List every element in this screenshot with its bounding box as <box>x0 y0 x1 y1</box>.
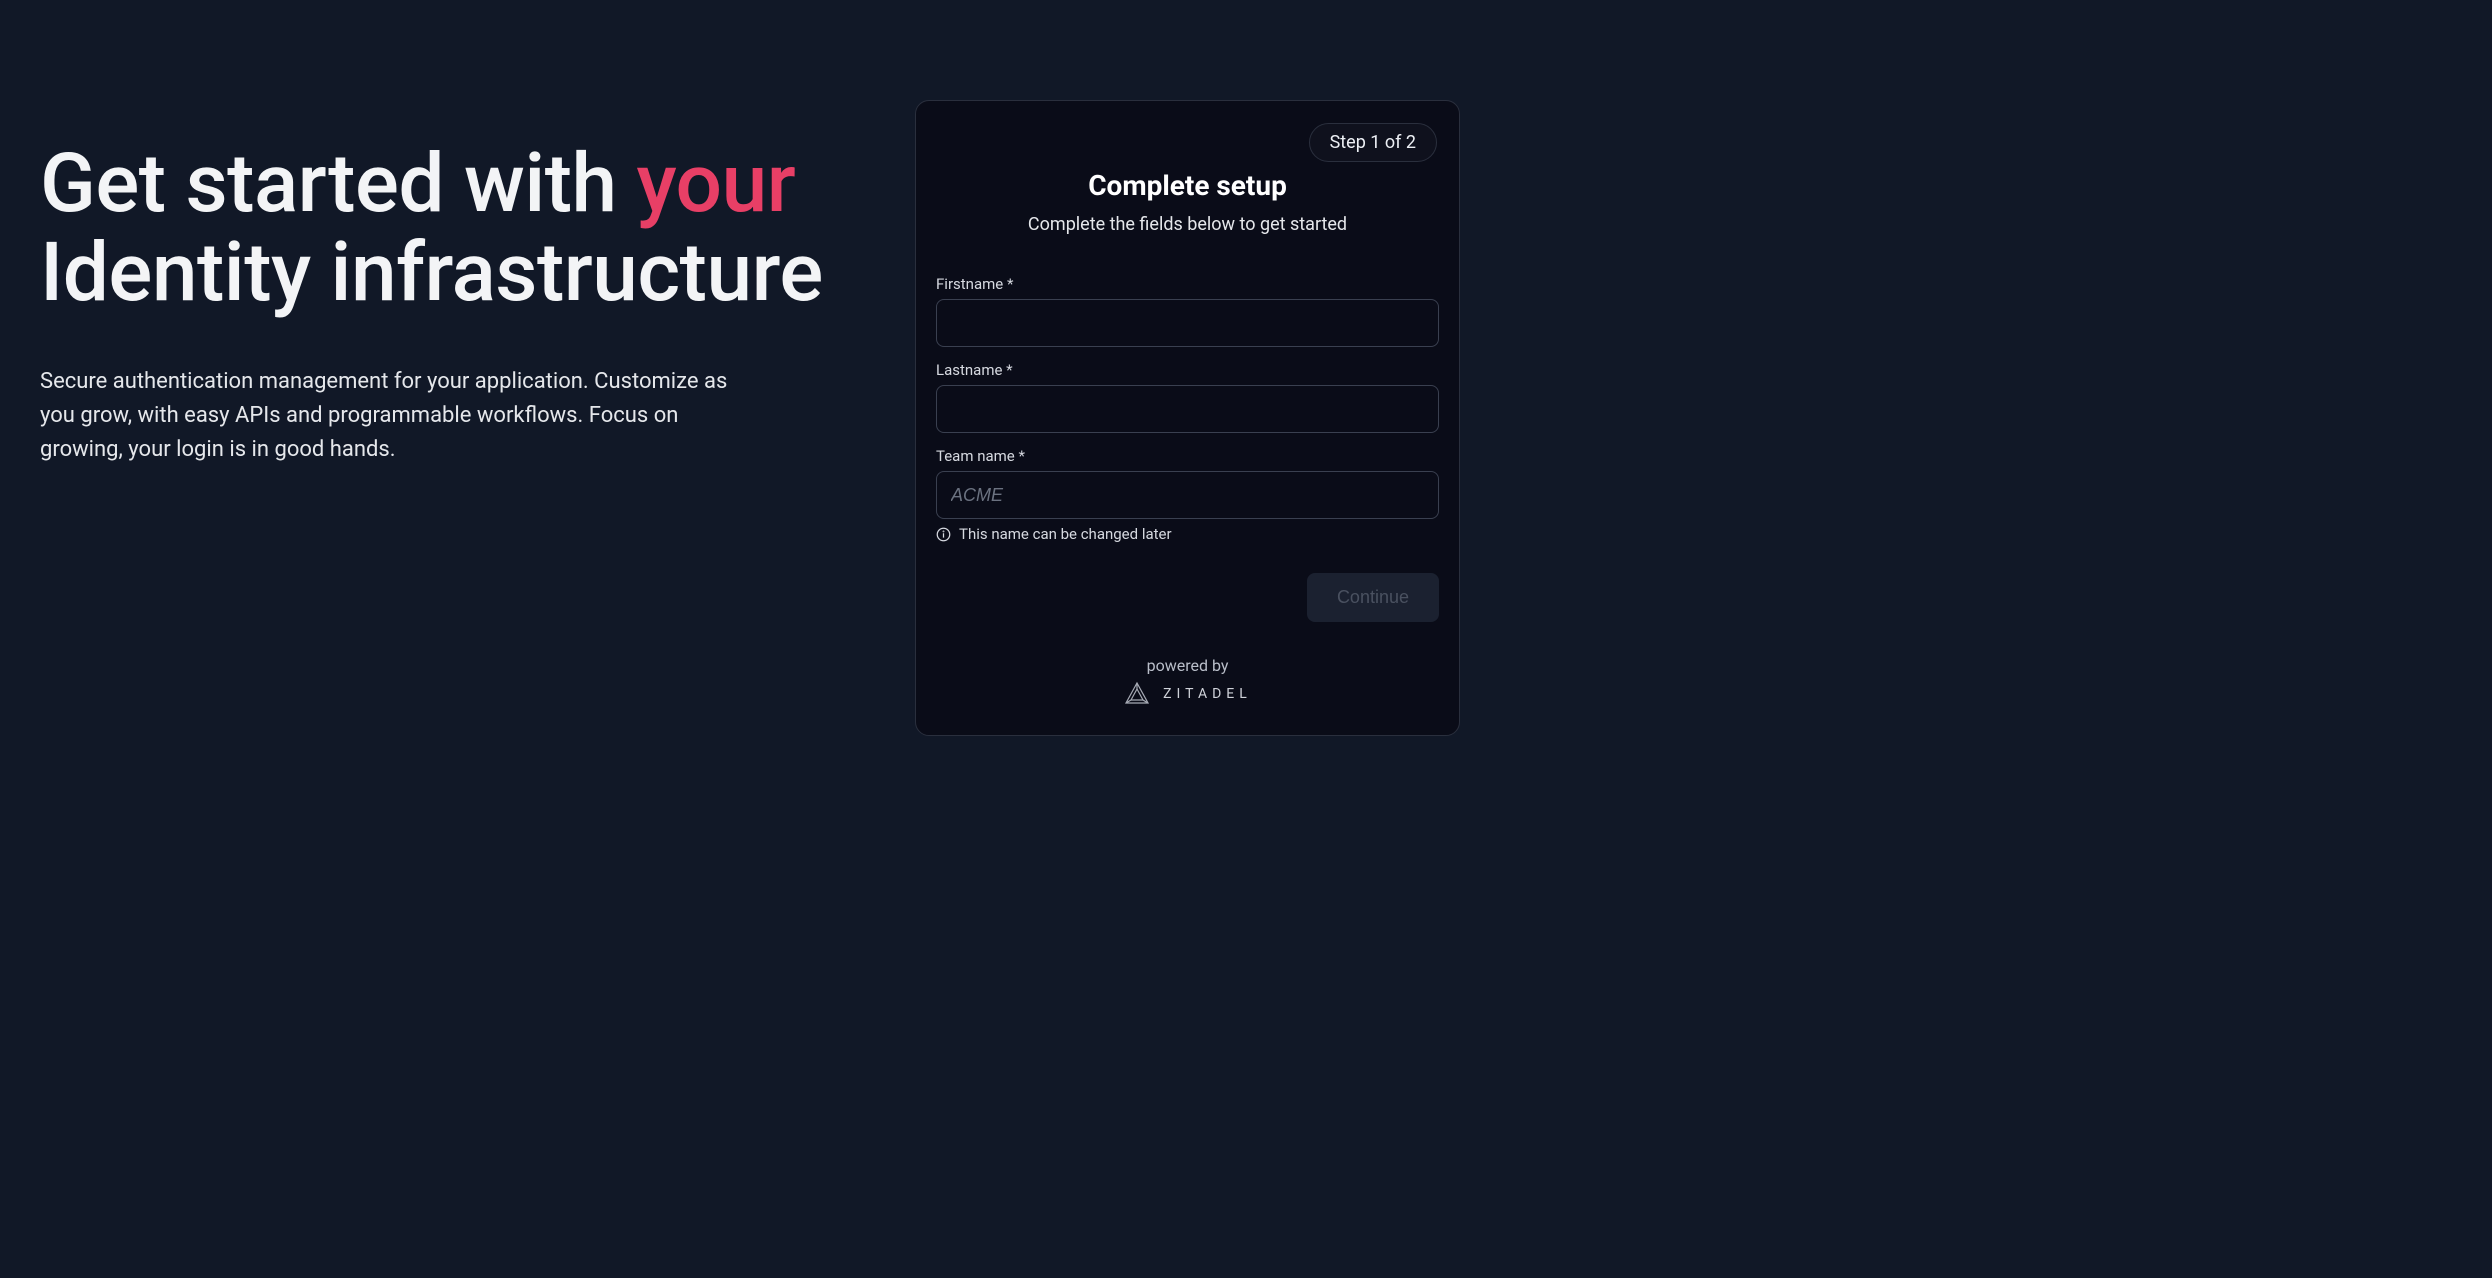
teamname-label: Team name * <box>936 447 1439 465</box>
continue-button[interactable]: Continue <box>1307 573 1439 622</box>
card-title: Complete setup <box>936 169 1439 202</box>
info-icon <box>936 527 951 542</box>
firstname-field-wrapper: Firstname * <box>936 275 1439 347</box>
setup-card: Step 1 of 2 Complete setup Complete the … <box>915 100 1460 736</box>
hero-subtitle: Secure authentication management for you… <box>40 365 730 467</box>
teamname-input[interactable] <box>936 471 1439 519</box>
hero-title-accent: your <box>637 136 796 232</box>
card-header: Complete setup Complete the fields below… <box>936 169 1439 235</box>
card-subtitle: Complete the fields below to get started <box>936 214 1439 235</box>
brand-name: ZITADEL <box>1163 686 1252 702</box>
teamname-hint: This name can be changed later <box>936 525 1439 543</box>
powered-by-text: powered by <box>936 656 1439 675</box>
powered-by-section: powered by ZITADEL <box>936 656 1439 711</box>
zitadel-icon <box>1123 681 1151 707</box>
teamname-hint-text: This name can be changed later <box>959 525 1172 543</box>
hero-title-post: Identity infrastructure <box>40 225 823 321</box>
firstname-input[interactable] <box>936 299 1439 347</box>
firstname-label: Firstname * <box>936 275 1439 293</box>
teamname-field-wrapper: Team name * This name can be changed lat… <box>936 447 1439 543</box>
card-actions: Continue <box>936 573 1439 622</box>
lastname-input[interactable] <box>936 385 1439 433</box>
lastname-label: Lastname * <box>936 361 1439 379</box>
hero-section: Get started with your Identity infrastru… <box>40 100 855 467</box>
hero-title: Get started with your Identity infrastru… <box>40 140 855 317</box>
hero-title-pre: Get started with <box>40 136 637 232</box>
brand-logo: ZITADEL <box>1123 681 1252 707</box>
lastname-field-wrapper: Lastname * <box>936 361 1439 433</box>
step-badge: Step 1 of 2 <box>1309 123 1437 162</box>
